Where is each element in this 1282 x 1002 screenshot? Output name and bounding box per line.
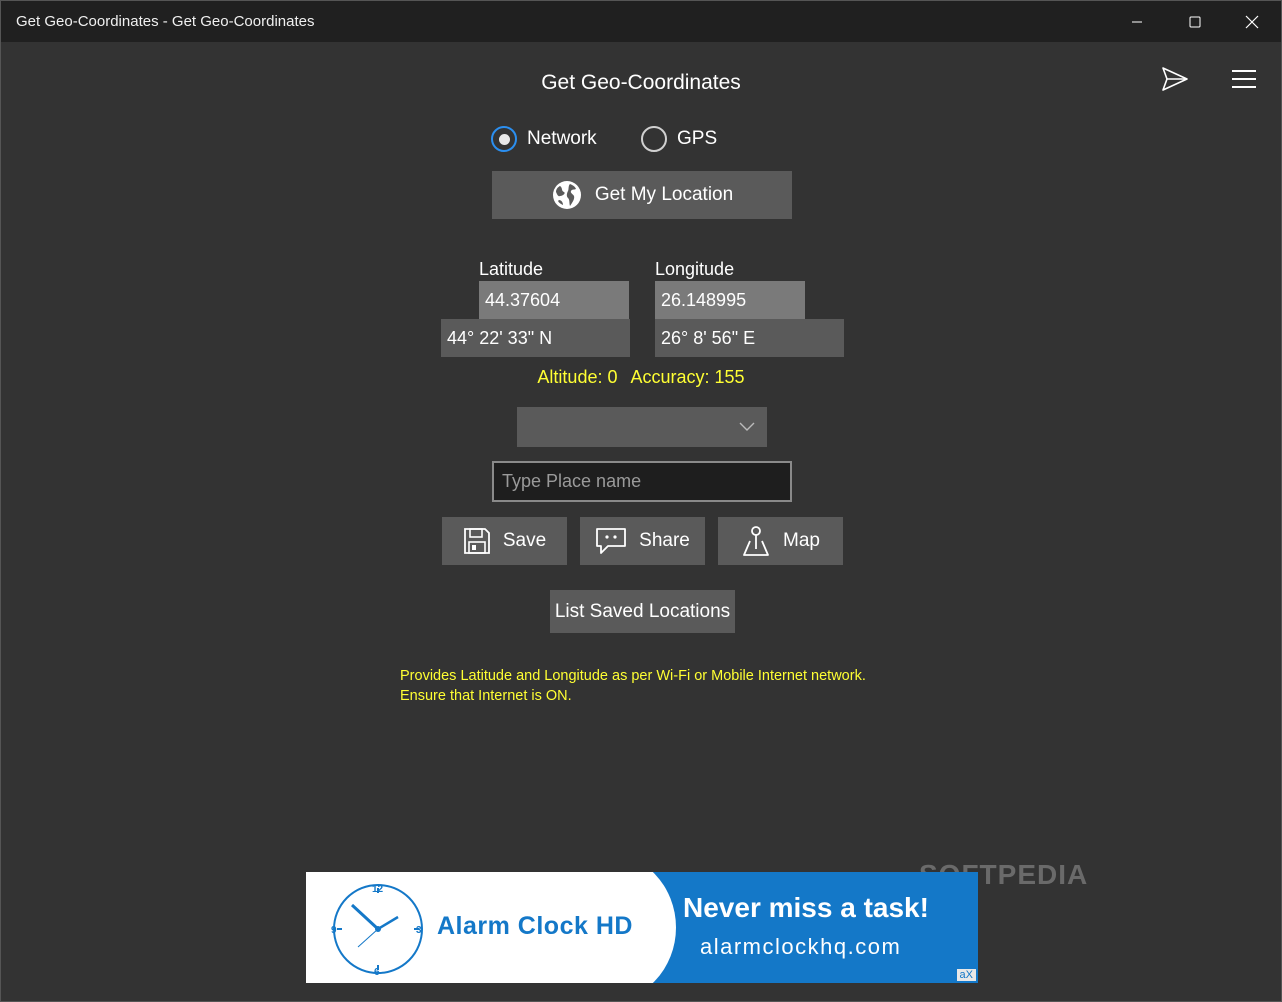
menu-button[interactable]	[1228, 63, 1260, 95]
floppy-disk-icon	[463, 527, 491, 555]
send-icon	[1162, 67, 1188, 91]
latitude-dms-field[interactable]: 44° 22' 33" N	[441, 319, 630, 357]
share-button[interactable]: Share	[580, 517, 705, 565]
svg-text:9: 9	[331, 925, 337, 936]
map-button[interactable]: Map	[718, 517, 843, 565]
app-title: Get Geo-Coordinates	[541, 71, 741, 94]
info-text: Provides Latitude and Longitude as per W…	[400, 666, 866, 706]
alarm-clock-icon: 12 3 6 9	[331, 884, 423, 977]
maximize-icon	[1189, 16, 1201, 27]
get-my-location-button[interactable]: Get My Location	[492, 171, 792, 219]
close-icon	[1245, 15, 1259, 28]
ad-headline: Never miss a task!	[683, 892, 929, 923]
radio-network[interactable]: Network	[491, 125, 597, 153]
ad-badge[interactable]: aX	[956, 969, 976, 981]
info-line-2: Ensure that Internet is ON.	[400, 688, 572, 704]
list-saved-locations-button[interactable]: List Saved Locations	[550, 590, 735, 633]
svg-text:6: 6	[374, 967, 380, 977]
send-button[interactable]	[1159, 63, 1191, 95]
latitude-label: Latitude	[479, 259, 544, 279]
longitude-decimal-field[interactable]: 26.148995	[655, 281, 805, 319]
share-label: Share	[639, 530, 690, 551]
ad-banner[interactable]: 12 3 6 9 Alarm Clock HD Never miss a tas…	[306, 872, 978, 983]
get-my-location-label: Get My Location	[594, 184, 734, 205]
radio-gps-label: GPS	[677, 128, 718, 149]
chevron-down-icon	[739, 422, 755, 431]
radio-gps[interactable]: GPS	[641, 125, 717, 153]
map-label: Map	[783, 530, 820, 551]
longitude-label: Longitude	[655, 259, 735, 279]
ad-brand: Alarm Clock HD	[437, 912, 633, 940]
radio-gps-indicator	[641, 126, 667, 152]
globe-icon	[551, 179, 583, 211]
list-saved-locations-label: List Saved Locations	[554, 600, 731, 622]
svg-text:12: 12	[372, 884, 384, 895]
minimize-icon	[1132, 21, 1142, 22]
title-bar: Get Geo-Coordinates - Get Geo-Coordinate…	[1, 1, 1281, 42]
place-name-input[interactable]	[492, 461, 792, 502]
radio-network-label: Network	[527, 128, 597, 149]
altitude-accuracy-line: Altitude: 0 Accuracy: 155	[1, 367, 1281, 388]
close-button[interactable]	[1223, 1, 1281, 42]
latitude-decimal-field[interactable]: 44.37604	[479, 281, 629, 319]
radio-network-indicator	[491, 126, 517, 152]
info-line-1: Provides Latitude and Longitude as per W…	[400, 668, 866, 684]
chat-bubble-icon	[595, 527, 627, 555]
accuracy-text: Accuracy: 155	[630, 367, 745, 387]
window-title: Get Geo-Coordinates - Get Geo-Coordinate…	[16, 13, 315, 30]
map-pin-icon	[741, 525, 771, 557]
location-dropdown[interactable]	[517, 407, 767, 447]
svg-text:3: 3	[416, 925, 422, 936]
save-button[interactable]: Save	[442, 517, 567, 565]
altitude-text: Altitude: 0	[537, 367, 618, 387]
hamburger-menu-icon	[1232, 70, 1256, 88]
ad-url: alarmclockhq.com	[700, 934, 902, 959]
longitude-dms-field[interactable]: 26° 8' 56" E	[655, 319, 844, 357]
minimize-button[interactable]	[1108, 1, 1166, 42]
app-window: Get Geo-Coordinates - Get Geo-Coordinate…	[0, 0, 1282, 1002]
save-label: Save	[502, 530, 547, 551]
maximize-button[interactable]	[1166, 1, 1224, 42]
